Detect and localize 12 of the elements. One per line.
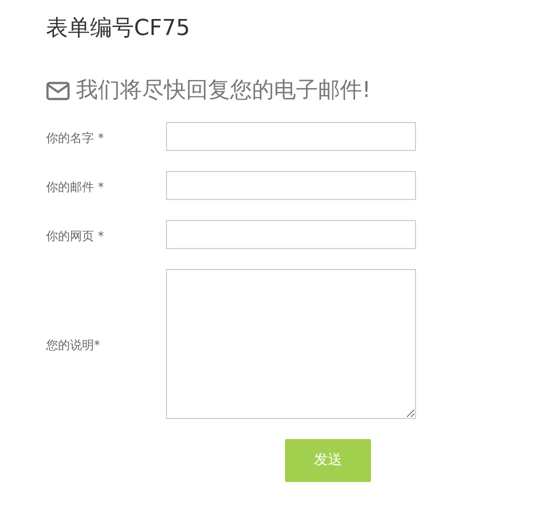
send-button[interactable]: 发送: [285, 439, 371, 482]
description-field[interactable]: [166, 269, 416, 419]
field-label: 你的网页 *: [46, 228, 104, 242]
field-label: 你的邮件 *: [46, 180, 104, 194]
form-subtitle: 我们将尽快回复您的电子邮件!: [76, 77, 371, 105]
input-field[interactable]: [166, 122, 416, 151]
input-field[interactable]: [166, 220, 416, 249]
envelope-icon: [46, 81, 70, 101]
form-title: 表单编号CF75: [46, 15, 190, 43]
field-label: 您的说明*: [46, 338, 100, 352]
field-label: 你的名字 *: [46, 130, 104, 144]
input-field[interactable]: [166, 171, 416, 200]
